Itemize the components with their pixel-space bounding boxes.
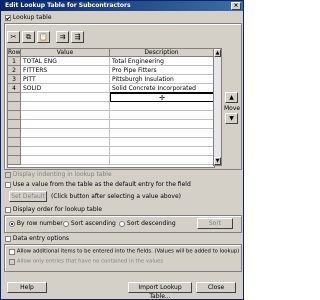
use-default-checkbox[interactable]	[5, 181, 11, 188]
help-button[interactable]: Help	[7, 282, 47, 293]
value-cell[interactable]	[21, 156, 110, 165]
close-button[interactable]: Close	[196, 282, 236, 293]
row-number[interactable]: 3	[8, 75, 21, 84]
delete-row-icon[interactable]: ⇶	[71, 31, 84, 43]
cursor-cross-icon: ✛	[159, 94, 165, 102]
description-cell[interactable]	[110, 120, 214, 129]
description-cell[interactable]	[110, 129, 214, 138]
window-title: Edit Lookup Table for Subcontractors	[5, 2, 131, 9]
column-header-row: Row	[8, 49, 21, 57]
row-number[interactable]	[8, 129, 21, 138]
value-cell[interactable]: SOLID	[21, 84, 110, 93]
set-default-hint: (Click button after selecting a value ab…	[51, 193, 181, 200]
paste-icon[interactable]: 📋	[37, 31, 50, 43]
lookup-table-label: Lookup table	[12, 14, 52, 21]
display-order-checkbox[interactable]	[5, 206, 11, 213]
sort-by-row-option[interactable]: By row number	[9, 220, 63, 227]
row-number[interactable]	[8, 93, 21, 102]
edit-lookup-table-dialog: Edit Lookup Table for Subcontractors × L…	[0, 0, 244, 300]
column-header-value: Value	[21, 49, 110, 57]
description-cell[interactable]	[110, 111, 214, 120]
row-number[interactable]	[8, 111, 21, 120]
description-cell[interactable]: Pro Pipe Fitters	[110, 66, 214, 75]
description-cell[interactable]	[110, 156, 214, 165]
import-lookup-table-button[interactable]: Import Lookup Table...	[128, 282, 192, 299]
description-cell[interactable]	[110, 147, 214, 156]
description-cell[interactable]	[110, 102, 214, 111]
display-order-label: Display order for lookup table	[12, 206, 103, 213]
move-up-button[interactable]: ▲	[225, 92, 238, 103]
allow-additional-checkbox[interactable]	[9, 248, 15, 255]
data-entry-checkbox[interactable]	[5, 235, 11, 242]
row-number[interactable]: 1	[8, 57, 21, 66]
row-number[interactable]	[8, 138, 21, 147]
description-cell[interactable]: Solid Concrete Incorporated	[110, 84, 214, 93]
description-cell[interactable]: Pittsburgh Insulation	[110, 75, 214, 84]
description-cell[interactable]: Total Engineering	[110, 57, 214, 66]
display-indenting-label: Display indenting in lookup table	[12, 171, 112, 178]
value-cell[interactable]	[21, 102, 110, 111]
value-cell[interactable]	[21, 138, 110, 147]
scroll-up-icon[interactable]: ▲	[214, 49, 221, 57]
description-cell-active[interactable]: ✛	[110, 93, 214, 102]
data-entry-toggle[interactable]: Data entry options	[5, 235, 69, 242]
data-entry-label: Data entry options	[12, 235, 70, 242]
sort-ascending-option[interactable]: Sort ascending	[63, 220, 116, 227]
value-cell[interactable]	[21, 129, 110, 138]
row-number[interactable]: 2	[8, 66, 21, 75]
row-number[interactable]: 4	[8, 84, 21, 93]
cut-icon[interactable]: ✂	[7, 31, 20, 43]
title-bar: Edit Lookup Table for Subcontractors ×	[1, 1, 243, 11]
value-cell[interactable]: TOTAL ENG	[21, 57, 110, 66]
ascending-radio[interactable]	[63, 220, 69, 227]
insert-row-icon[interactable]: ⇉	[56, 31, 69, 43]
value-cell[interactable]	[21, 147, 110, 156]
close-icon[interactable]: ×	[231, 2, 241, 10]
row-number[interactable]	[8, 156, 21, 165]
move-down-button[interactable]: ▼	[225, 113, 238, 124]
allow-additional-label: Allow additional items to be entered int…	[16, 248, 240, 255]
scroll-down-icon[interactable]: ▼	[214, 157, 221, 165]
sort-descending-option[interactable]: Sort descending	[119, 220, 176, 227]
allow-not-contained-label: Allow only entries that have no containe…	[16, 258, 164, 265]
value-cell[interactable]	[21, 120, 110, 129]
allow-additional-option[interactable]: Allow additional items to be entered int…	[9, 248, 239, 255]
description-cell[interactable]	[110, 138, 214, 147]
display-order-toggle[interactable]: Display order for lookup table	[5, 206, 102, 213]
copy-icon[interactable]: ⧉	[22, 31, 35, 43]
use-default-label: Use a value from the table as the defaul…	[12, 181, 191, 188]
allow-not-contained-checkbox[interactable]	[9, 258, 15, 265]
grid-scrollbar[interactable]: ▲ ▼	[213, 48, 222, 166]
sort-button[interactable]: Sort	[197, 218, 233, 229]
lookup-table-checkbox[interactable]	[5, 14, 11, 21]
lookup-table-toggle[interactable]: Lookup table	[5, 14, 52, 21]
display-indenting-option[interactable]: Display indenting in lookup table	[5, 171, 112, 178]
row-number[interactable]	[8, 102, 21, 111]
value-cell[interactable]: PITT	[21, 75, 110, 84]
ascending-label: Sort ascending	[70, 220, 116, 227]
arrow-up-icon: ▲	[229, 94, 234, 101]
value-cell[interactable]	[21, 111, 110, 120]
column-header-description: Description	[110, 49, 214, 57]
row-number[interactable]	[8, 147, 21, 156]
use-default-option[interactable]: Use a value from the table as the defaul…	[5, 181, 191, 188]
row-number[interactable]	[8, 120, 21, 129]
value-cell[interactable]	[21, 93, 110, 102]
set-default-button[interactable]: Set Default	[9, 191, 47, 202]
value-cell[interactable]: FITTERS	[21, 66, 110, 75]
allow-not-contained-option[interactable]: Allow only entries that have no containe…	[9, 258, 163, 265]
by-row-label: By row number	[16, 220, 63, 227]
lookup-grid[interactable]: Row Value Description 1 TOTAL ENG Total …	[7, 48, 215, 168]
arrow-down-icon: ▼	[229, 115, 234, 122]
by-row-radio[interactable]	[9, 220, 15, 227]
descending-label: Sort descending	[126, 220, 176, 227]
move-label: Move	[224, 105, 241, 112]
descending-radio[interactable]	[119, 220, 125, 227]
display-indenting-checkbox[interactable]	[5, 171, 11, 178]
